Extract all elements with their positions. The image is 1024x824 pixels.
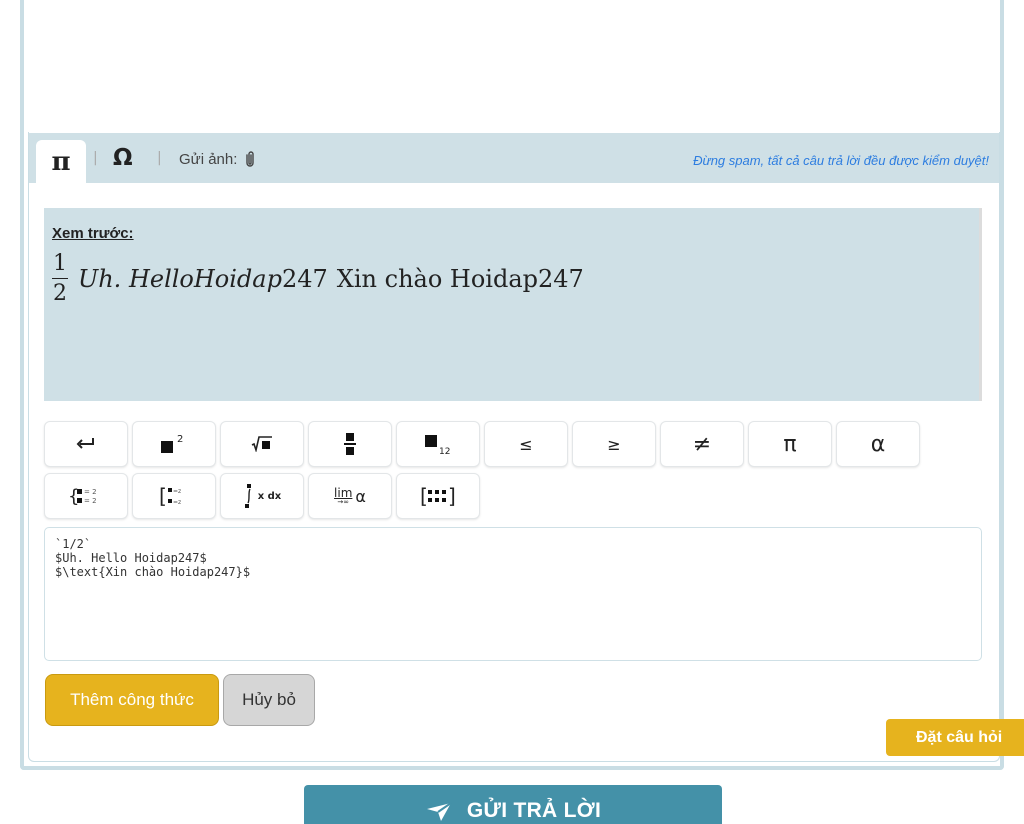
symbol-row-2: {= 2 = 2 [ =z =z x dx lim →∞ α [] bbox=[44, 473, 480, 519]
preview-plain-text: Xin chào Hoidap247 bbox=[336, 264, 584, 293]
system-of-equations-button[interactable]: {= 2 = 2 bbox=[44, 473, 128, 519]
svg-text:[: [ bbox=[420, 485, 428, 507]
svg-text:= 2: = 2 bbox=[84, 497, 97, 505]
preview-panel: Xem trước: 1 2 Uh. HelloHoidap 247 Xin c… bbox=[44, 208, 982, 401]
integral-label: x dx bbox=[257, 490, 282, 502]
bracket-system-icon: [ =z =z bbox=[159, 485, 181, 507]
submit-label: GỬI TRẢ LỜI bbox=[466, 799, 602, 822]
subscript-button[interactable]: 12 bbox=[396, 421, 480, 467]
limit-label: lim bbox=[334, 485, 353, 500]
send-plane-icon bbox=[426, 802, 452, 821]
enter-icon bbox=[76, 438, 94, 449]
subscript-icon: 12 bbox=[425, 435, 450, 455]
matrix-icon: [] bbox=[420, 485, 456, 507]
nth-root-button[interactable] bbox=[220, 421, 304, 467]
alpha-button[interactable]: α bbox=[836, 421, 920, 467]
preview-math-italic: Uh. HelloHoidap bbox=[78, 264, 282, 293]
integral-icon bbox=[244, 484, 251, 508]
power-button[interactable]: 2 bbox=[132, 421, 216, 467]
svg-text:= 2: = 2 bbox=[84, 488, 97, 496]
fraction-button[interactable] bbox=[308, 421, 392, 467]
matrix-button[interactable]: [] bbox=[396, 473, 480, 519]
fraction-icon bbox=[344, 433, 356, 455]
not-equal-button[interactable]: ≠ bbox=[660, 421, 744, 467]
limit-alpha: α bbox=[355, 486, 366, 506]
toolbar-separator: | bbox=[157, 150, 162, 166]
preview-math: 1 2 Uh. HelloHoidap 247 Xin chào Hoidap2… bbox=[52, 252, 584, 305]
send-image-label: Gửi ảnh: bbox=[179, 150, 238, 168]
limit-sub: →∞ bbox=[337, 497, 350, 506]
tab-math[interactable]: π bbox=[36, 140, 86, 183]
editor-line: `1/2` bbox=[55, 537, 92, 551]
preview-math-number: 247 bbox=[281, 264, 328, 293]
svg-text:]: ] bbox=[448, 485, 456, 507]
bracket-system-button[interactable]: [ =z =z bbox=[132, 473, 216, 519]
svg-text:=z: =z bbox=[173, 499, 181, 506]
title-remnant bbox=[74, 0, 674, 2]
fraction-denominator: 2 bbox=[53, 281, 67, 307]
limit-button[interactable]: lim →∞ α bbox=[308, 473, 392, 519]
enter-button[interactable] bbox=[44, 421, 128, 467]
fraction-numerator: 1 bbox=[53, 251, 67, 276]
preview-fraction: 1 2 bbox=[52, 252, 68, 305]
symbol-row-1: 2 12 ≤ ≥ ≠ π α bbox=[44, 421, 920, 467]
svg-text:[: [ bbox=[159, 485, 167, 507]
editor-toolbar: π | Ω | Gửi ảnh: Đừng spam, tất cả câu t… bbox=[29, 133, 999, 183]
editor-line: $\text{Xin chào Hoidap247}$ bbox=[55, 565, 251, 579]
toolbar-separator: | bbox=[93, 150, 98, 166]
limit-stack: lim →∞ bbox=[334, 487, 352, 506]
integral-button[interactable]: x dx bbox=[220, 473, 304, 519]
editor-line: $Uh. Hello Hoidap247$ bbox=[55, 551, 207, 565]
pi-button[interactable]: π bbox=[748, 421, 832, 467]
preview-label: Xem trước: bbox=[52, 225, 134, 242]
submit-answer-button[interactable]: GỬI TRẢ LỜI bbox=[304, 785, 722, 824]
power-icon: 2 bbox=[161, 434, 183, 453]
send-image[interactable]: Gửi ảnh: bbox=[179, 150, 257, 168]
svg-text:12: 12 bbox=[439, 447, 450, 455]
less-equal-button[interactable]: ≤ bbox=[484, 421, 568, 467]
greater-equal-button[interactable]: ≥ bbox=[572, 421, 656, 467]
add-formula-button[interactable]: Thêm công thức bbox=[45, 674, 219, 726]
cancel-button[interactable]: Hủy bỏ bbox=[223, 674, 315, 726]
paperclip-icon[interactable] bbox=[243, 150, 257, 168]
nth-root-icon bbox=[251, 436, 272, 452]
ask-question-button[interactable]: Đặt câu hỏi bbox=[886, 719, 1024, 756]
tab-special-chars[interactable]: Ω bbox=[113, 145, 133, 171]
svg-text:2: 2 bbox=[177, 434, 183, 445]
svg-text:=z: =z bbox=[173, 488, 181, 495]
system-of-equations-icon: {= 2= 2 bbox=[68, 486, 97, 507]
spam-notice: Đừng spam, tất cả câu trả lời đều được k… bbox=[693, 153, 989, 168]
formula-editor-textarea[interactable]: `1/2` $Uh. Hello Hoidap247$ $\text{Xin c… bbox=[44, 527, 982, 661]
